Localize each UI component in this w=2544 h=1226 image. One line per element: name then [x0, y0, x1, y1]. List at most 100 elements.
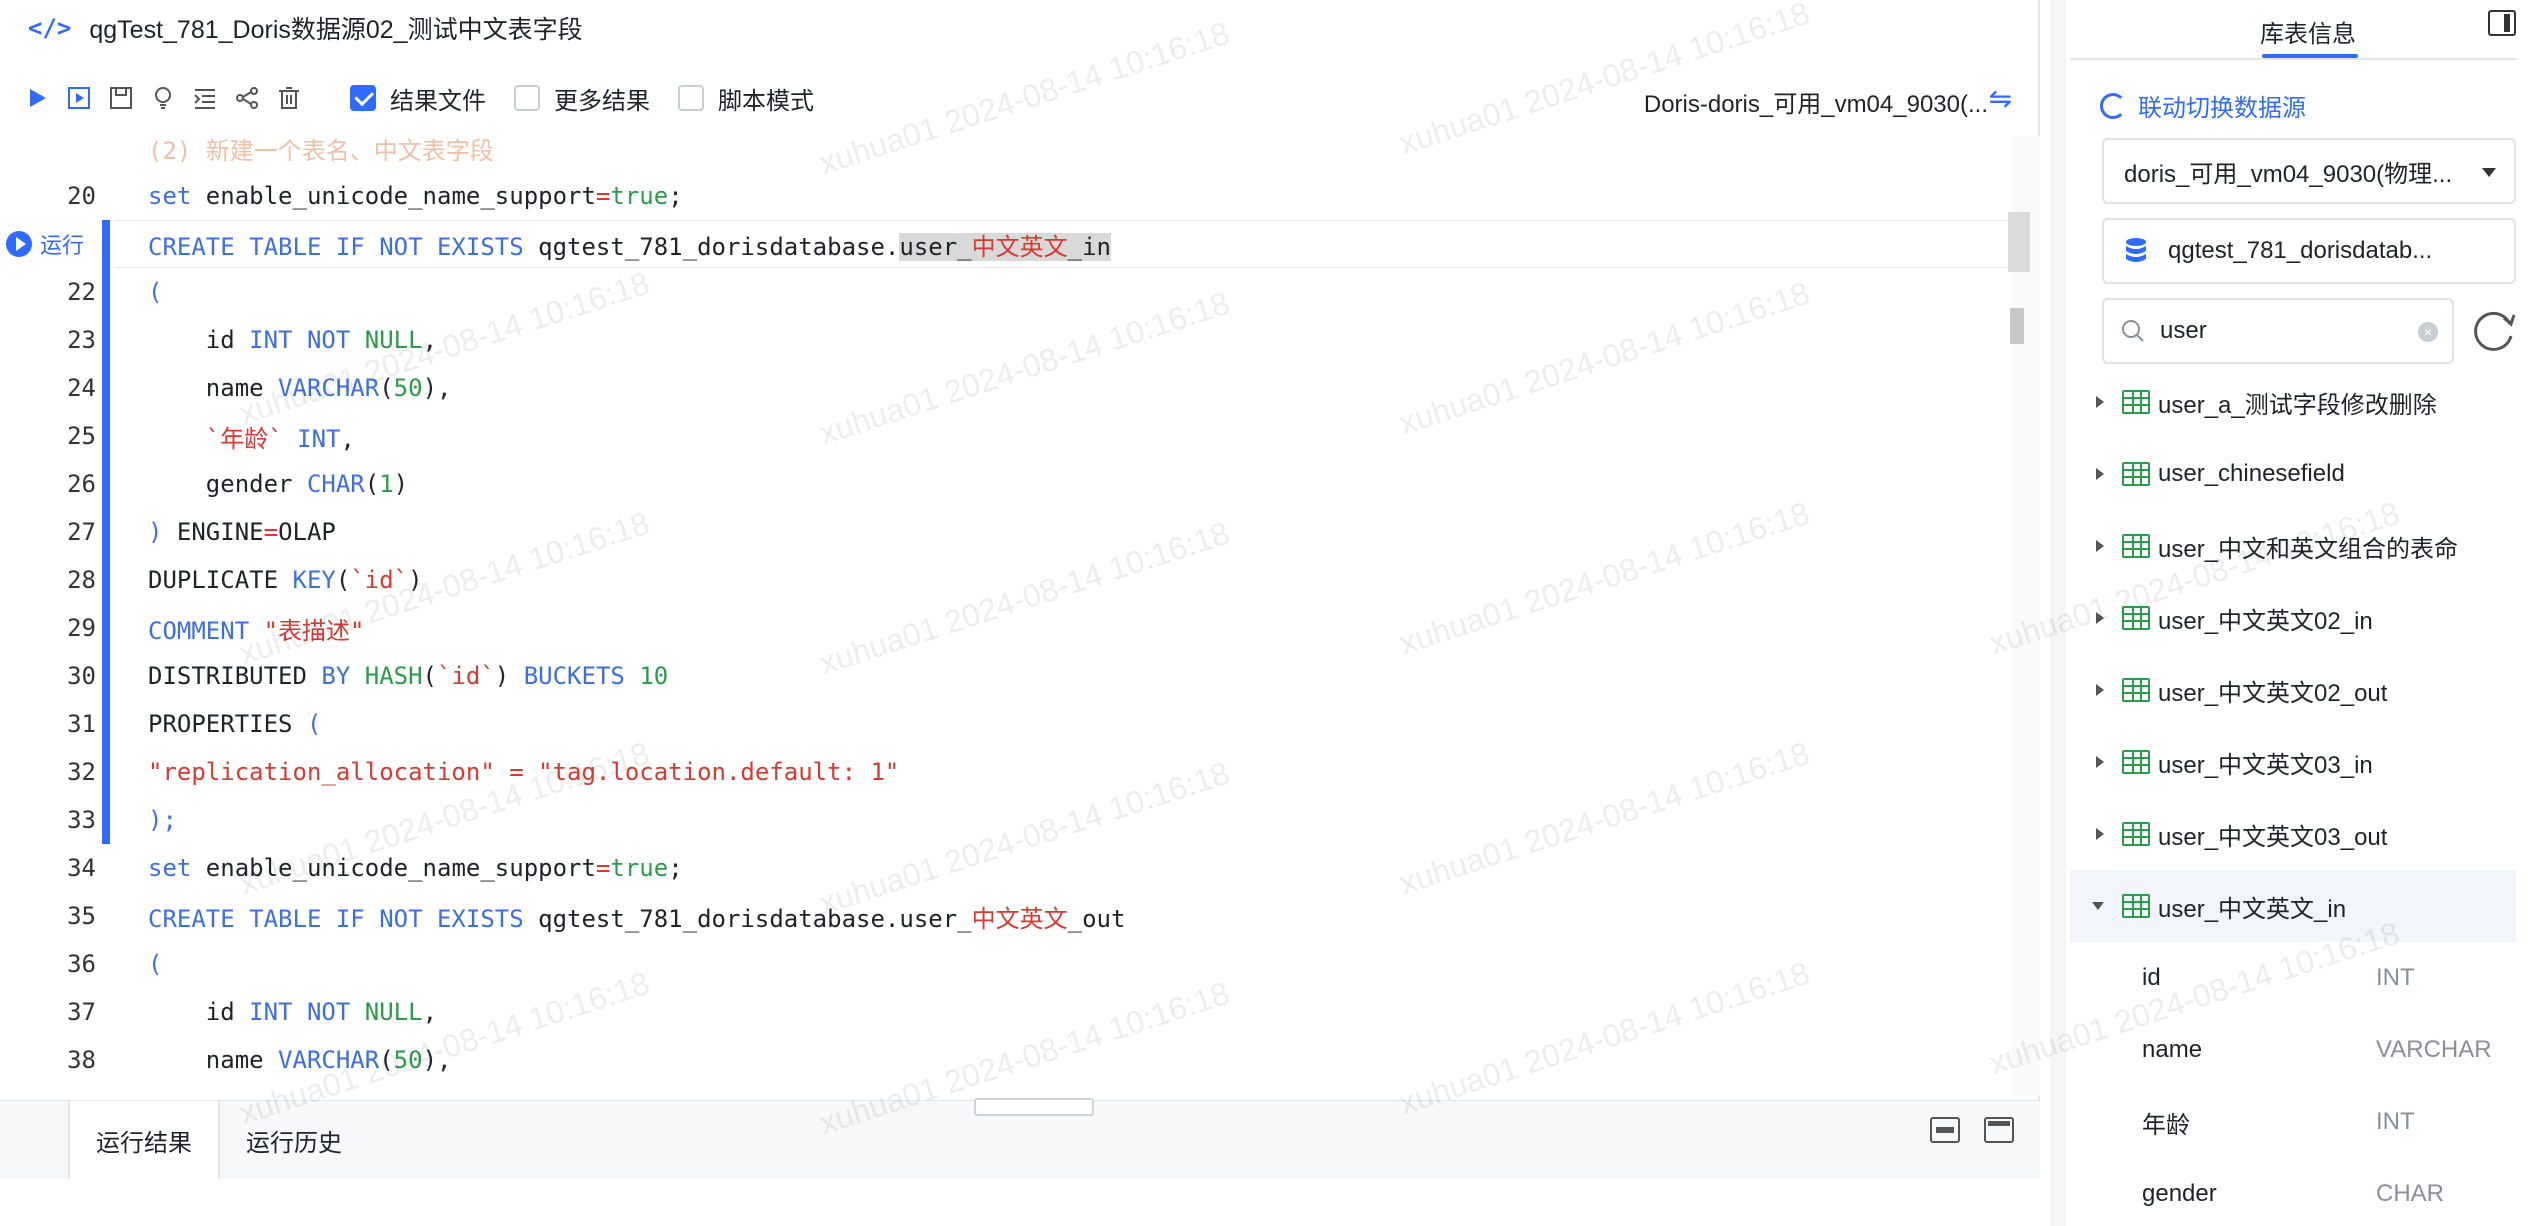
- more-results-checkbox[interactable]: 更多结果: [514, 81, 650, 116]
- line-number: 27: [67, 518, 96, 546]
- code-line: 35 CREATE TABLE IF NOT EXISTS qgtest_781…: [0, 892, 2000, 940]
- datasource-value: doris_可用_vm04_9030(物理...: [2124, 160, 2453, 188]
- database-select[interactable]: qgtest_781_dorisdatab...: [2102, 218, 2516, 284]
- field-row[interactable]: name VARCHAR: [2070, 1014, 2516, 1086]
- table-tree-item[interactable]: user_chinesefield: [2070, 438, 2516, 510]
- table-tree-item-expanded[interactable]: user_中文英文_in: [2070, 870, 2516, 942]
- clear-icon[interactable]: ×: [2418, 322, 2438, 342]
- code-icon: </>: [28, 14, 72, 42]
- sidebar-scrollbar[interactable]: [2050, 0, 2066, 1226]
- caret-right-icon[interactable]: [2096, 468, 2104, 480]
- table-name: user_中文英文_in: [2158, 895, 2347, 923]
- swap-datasource-icon[interactable]: ⇋: [1989, 82, 2012, 115]
- caret-right-icon[interactable]: [2096, 540, 2104, 552]
- field-type: INT: [2376, 964, 2415, 991]
- result-tabs: 运行结果 运行历史: [68, 1101, 368, 1179]
- code-line: 26 gender CHAR(1): [0, 460, 2000, 508]
- field-name: gender: [2142, 1180, 2217, 1207]
- table-icon: [2122, 894, 2150, 918]
- table-tree-item[interactable]: user_中文英文02_in: [2070, 582, 2516, 654]
- line-number: 36: [67, 950, 96, 978]
- code-line: 31 PROPERTIES (: [0, 700, 2000, 748]
- code-line: 38 name VARCHAR(50),: [0, 1036, 2000, 1084]
- tab-run-results[interactable]: 运行结果: [68, 1101, 220, 1179]
- refresh-icon[interactable]: [2466, 304, 2520, 358]
- code-text: DUPLICATE KEY(`id`): [148, 566, 423, 594]
- code-text: name VARCHAR(50),: [148, 374, 452, 402]
- table-name: user_中文英文02_in: [2158, 607, 2373, 635]
- tab-run-history[interactable]: 运行历史: [220, 1101, 368, 1179]
- code-text: CREATE TABLE IF NOT EXISTS qgtest_781_do…: [148, 904, 1126, 933]
- field-name: name: [2142, 1036, 2203, 1063]
- result-panel: 运行结果 运行历史: [0, 1100, 2040, 1226]
- table-search[interactable]: ×: [2102, 298, 2454, 364]
- database-icon: [2126, 238, 2146, 262]
- result-file-checkbox[interactable]: 结果文件: [350, 81, 486, 116]
- format-icon[interactable]: [192, 85, 218, 111]
- save-icon[interactable]: [108, 85, 134, 111]
- delete-icon[interactable]: [276, 85, 302, 111]
- maximize-panel-icon[interactable]: [1984, 1117, 2014, 1143]
- minimize-panel-icon[interactable]: [1930, 1117, 1960, 1143]
- active-tab-underline: [2262, 54, 2358, 58]
- search-icon: [2122, 320, 2144, 342]
- line-number: 24: [67, 374, 96, 402]
- table-name: user_中文和英文组合的表命: [2158, 535, 2459, 563]
- editor-scrollbar[interactable]: [2012, 136, 2040, 1096]
- checkbox-checked-icon[interactable]: [350, 85, 376, 111]
- result-content: [0, 1179, 2040, 1226]
- checkbox-empty-icon[interactable]: [514, 85, 540, 111]
- caret-right-icon[interactable]: [2096, 684, 2104, 696]
- line-number: 26: [67, 470, 96, 498]
- panel-resize-handle[interactable]: [974, 1098, 1094, 1116]
- run-statement-marker[interactable]: 运行: [6, 228, 84, 260]
- schema-sidebar: 库表信息 联动切换数据源 doris_可用_vm04_9030(物理... qg…: [2070, 0, 2544, 1226]
- caret-right-icon[interactable]: [2096, 756, 2104, 768]
- line-number: 20: [67, 182, 96, 210]
- editor-minimap-thumb[interactable]: [2008, 212, 2030, 272]
- table-icon: [2122, 822, 2150, 846]
- code-line: 20 set enable_unicode_name_support=true;: [0, 172, 2000, 220]
- linkage-switch-datasource[interactable]: 联动切换数据源: [2100, 88, 2306, 123]
- caret-down-icon[interactable]: [2092, 902, 2104, 910]
- field-type: CHAR: [2376, 1180, 2445, 1207]
- field-row[interactable]: gender CHAR: [2070, 1158, 2516, 1226]
- code-line: 24 name VARCHAR(50),: [0, 364, 2000, 412]
- script-mode-checkbox[interactable]: 脚本模式: [678, 81, 814, 116]
- code-line: 运行 CREATE TABLE IF NOT EXISTS qgtest_781…: [0, 220, 2000, 268]
- table-tree-item[interactable]: user_中文英文03_in: [2070, 726, 2516, 798]
- field-row[interactable]: id INT: [2070, 942, 2516, 1014]
- table-tree-item[interactable]: user_a_测试字段修改删除: [2070, 366, 2516, 438]
- editor-scrollbar-thumb[interactable]: [2010, 308, 2024, 344]
- run-selected-icon[interactable]: [66, 85, 92, 111]
- code-text: PROPERTIES (: [148, 710, 322, 738]
- search-input[interactable]: [2160, 317, 2420, 345]
- checkbox-empty-icon[interactable]: [678, 85, 704, 111]
- table-icon: [2122, 390, 2150, 414]
- code-text: (2) 新建一个表名、中文表字段: [148, 136, 494, 165]
- table-tree-item[interactable]: user_中文英文02_out: [2070, 654, 2516, 726]
- caret-right-icon[interactable]: [2096, 396, 2104, 408]
- collapse-sidebar-icon[interactable]: [2488, 10, 2516, 36]
- code-line: 29 COMMENT "表描述": [0, 604, 2000, 652]
- table-name: user_中文英文03_in: [2158, 751, 2373, 779]
- sql-editor[interactable]: (2) 新建一个表名、中文表字段 20 set enable_unicode_n…: [0, 136, 2012, 1096]
- title-bar: </> qgTest_781_Doris数据源02_测试中文表字段: [0, 0, 2040, 56]
- tab-schema-info[interactable]: 库表信息: [2260, 14, 2356, 49]
- table-tree-item[interactable]: user_中文英文03_out: [2070, 798, 2516, 870]
- share-icon[interactable]: [234, 85, 260, 111]
- table-tree-item[interactable]: user_中文和英文组合的表命: [2070, 510, 2516, 582]
- caret-right-icon[interactable]: [2096, 612, 2104, 624]
- table-name: user_chinesefield: [2158, 460, 2345, 487]
- datasource-select[interactable]: doris_可用_vm04_9030(物理...: [2102, 138, 2516, 204]
- run-icon[interactable]: [24, 85, 50, 111]
- bulb-icon[interactable]: [150, 85, 176, 111]
- caret-right-icon[interactable]: [2096, 828, 2104, 840]
- current-datasource-label[interactable]: Doris-doris_可用_vm04_9030(...: [1644, 84, 1988, 119]
- table-name: user_中文英文03_out: [2158, 823, 2388, 851]
- field-row[interactable]: 年龄 INT: [2070, 1086, 2516, 1158]
- code-text: id INT NOT NULL,: [148, 326, 438, 354]
- code-text: name VARCHAR(50),: [148, 1046, 452, 1074]
- script-title: qgTest_781_Doris数据源02_测试中文表字段: [89, 16, 583, 44]
- play-icon[interactable]: [6, 231, 32, 257]
